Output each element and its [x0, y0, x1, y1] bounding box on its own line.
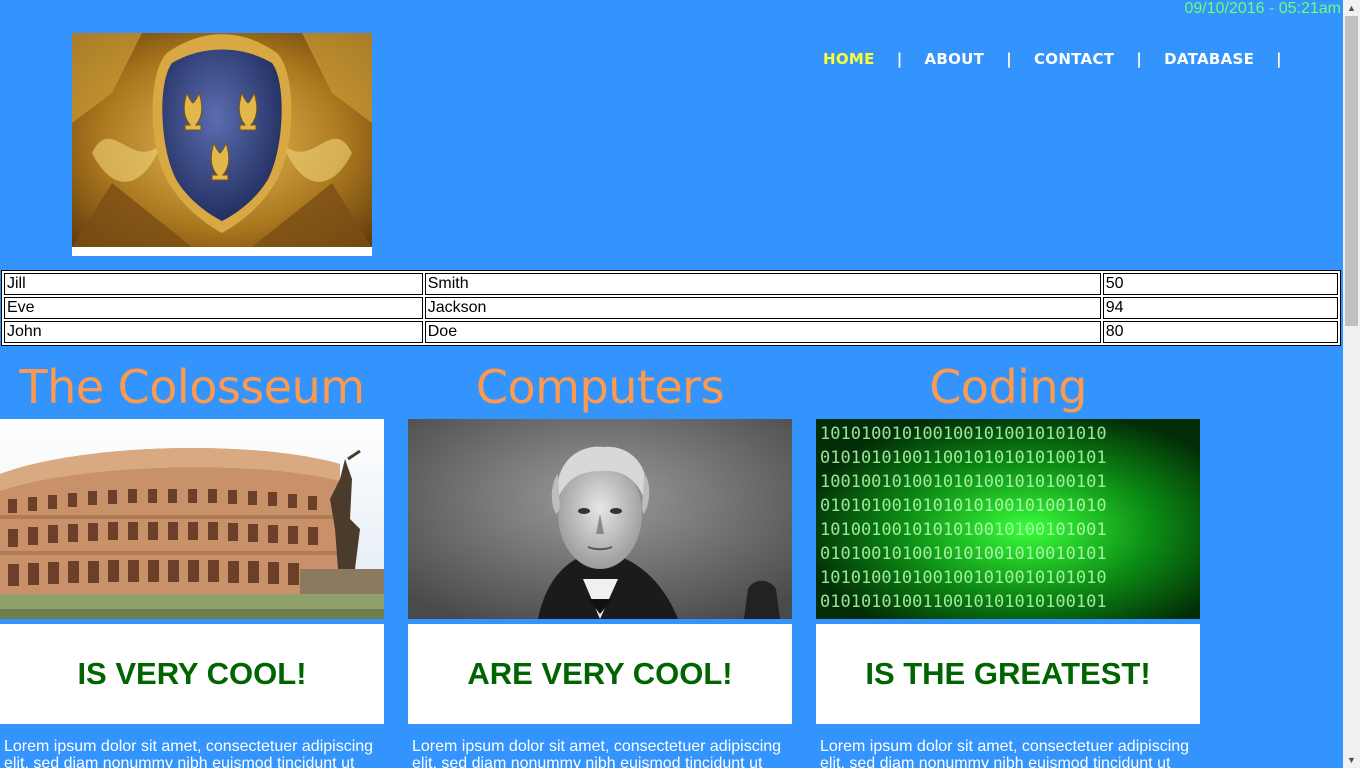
svg-text:0101001010010101001010010101: 0101001010010101001010010101: [820, 544, 1107, 564]
scrollbar-thumb[interactable]: [1345, 16, 1358, 326]
card-title: Coding: [929, 360, 1087, 414]
svg-text:0101010100110010101010100101: 0101010100110010101010100101: [820, 448, 1107, 468]
feature-cards: The Colosseum IS VERY COOL! Lorem ipsum …: [0, 355, 1343, 768]
card-colosseum: The Colosseum IS VERY COOL! Lorem ipsum …: [0, 355, 384, 768]
svg-text:1010100101001001010010101010: 1010100101001001010010101010: [820, 424, 1107, 444]
first-name-cell: Jill: [4, 273, 423, 295]
table-row: Eve Jackson 94: [4, 297, 1338, 319]
people-table: Jill Smith 50 Eve Jackson 94 John Doe 80: [1, 270, 1341, 346]
card-title: Computers: [475, 360, 725, 414]
card-banner: IS THE GREATEST!: [816, 624, 1200, 724]
table-row: John Doe 80: [4, 321, 1338, 343]
nav-separator: |: [1136, 50, 1143, 68]
scroll-up-arrow-icon[interactable]: ▲: [1343, 0, 1360, 16]
svg-text:0101010100110010101010100101: 0101010100110010101010100101: [820, 592, 1107, 612]
score-cell: 50: [1102, 273, 1338, 295]
site-logo[interactable]: [72, 33, 372, 256]
last-name-cell: Smith: [424, 273, 1101, 295]
colosseum-photo: [0, 419, 384, 619]
svg-text:1010010010101010010100101001: 1010010010101010010100101001: [820, 520, 1107, 540]
card-banner: ARE VERY COOL!: [408, 624, 792, 724]
portrait-photo: [408, 419, 792, 619]
score-cell: 80: [1102, 321, 1338, 343]
nav-about-link[interactable]: ABOUT: [924, 50, 984, 68]
main-nav: HOME | ABOUT | CONTACT | DATABASE |: [823, 50, 1304, 68]
card-body-text: Lorem ipsum dolor sit amet, consectetuer…: [4, 738, 374, 768]
card-banner: IS VERY COOL!: [0, 624, 384, 724]
nav-contact-link[interactable]: CONTACT: [1034, 50, 1114, 68]
last-name-cell: Jackson: [424, 297, 1101, 319]
nav-separator: |: [896, 50, 903, 68]
svg-text:1001001010010101001010100101: 1001001010010101001010100101: [820, 472, 1107, 492]
royal-crest-logo: [72, 33, 372, 247]
binary-code-photo: 1010100101001001010010101010 01010101001…: [816, 419, 1200, 619]
table-row: Jill Smith 50: [4, 273, 1338, 295]
card-body-text: Lorem ipsum dolor sit amet, consectetuer…: [820, 738, 1190, 768]
svg-text:1010100101001001010010101010: 1010100101001001010010101010: [820, 568, 1107, 588]
vertical-scrollbar[interactable]: ▲ ▼: [1343, 0, 1360, 768]
card-computers: Computers ARE VERY COOL! Lorem ipsum dol…: [408, 355, 792, 768]
datetime-display: 09/10/2016 - 05:21am: [1184, 0, 1341, 17]
nav-database-link[interactable]: DATABASE: [1164, 50, 1254, 68]
card-coding: Coding 1010100101001001010010101010 0101…: [816, 355, 1200, 768]
nav-home-link[interactable]: HOME: [823, 50, 875, 68]
first-name-cell: Eve: [4, 297, 423, 319]
nav-separator: |: [1276, 50, 1282, 68]
nav-separator: |: [1006, 50, 1012, 68]
page: 09/10/2016 - 05:21am HOME | ABOUT | CONT…: [0, 0, 1343, 768]
card-title: The Colosseum: [19, 360, 365, 414]
first-name-cell: John: [4, 321, 423, 343]
last-name-cell: Doe: [424, 321, 1101, 343]
card-body-text: Lorem ipsum dolor sit amet, consectetuer…: [412, 738, 782, 768]
svg-text:0101010010101010100101001010: 0101010010101010100101001010: [820, 496, 1107, 516]
score-cell: 94: [1102, 297, 1338, 319]
scroll-down-arrow-icon[interactable]: ▼: [1343, 752, 1360, 768]
